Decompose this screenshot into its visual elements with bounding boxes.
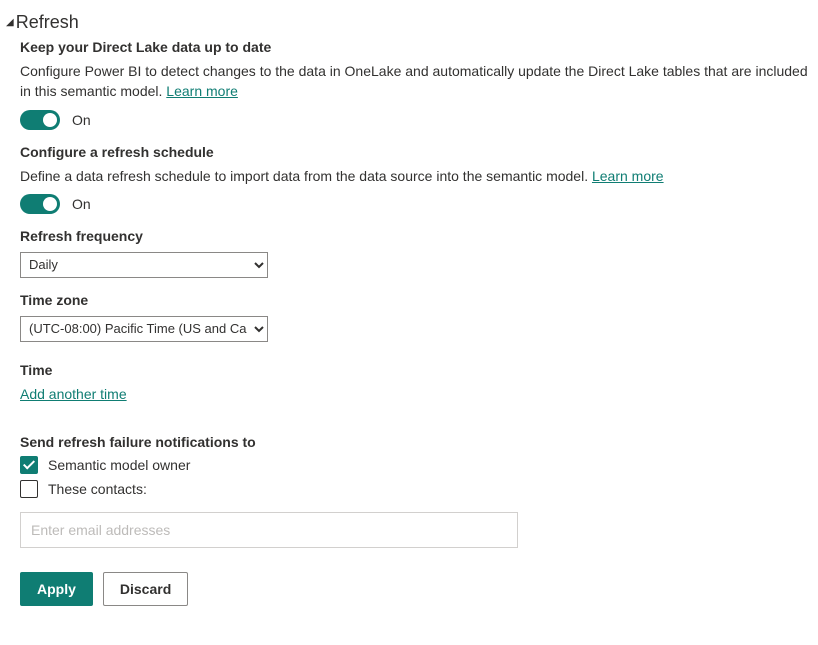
direct-lake-toggle[interactable] xyxy=(20,110,60,130)
direct-lake-description: Configure Power BI to detect changes to … xyxy=(20,61,818,102)
direct-lake-heading: Keep your Direct Lake data up to date xyxy=(20,39,818,55)
notify-owner-row[interactable]: Semantic model owner xyxy=(20,456,818,474)
direct-lake-learn-more-link[interactable]: Learn more xyxy=(166,83,238,99)
discard-button[interactable]: Discard xyxy=(103,572,188,606)
schedule-toggle[interactable] xyxy=(20,194,60,214)
contacts-email-input[interactable] xyxy=(20,512,518,548)
notify-owner-label: Semantic model owner xyxy=(48,457,190,473)
direct-lake-toggle-label: On xyxy=(72,112,91,128)
schedule-heading: Configure a refresh schedule xyxy=(20,144,818,160)
timezone-label: Time zone xyxy=(20,292,818,308)
notify-owner-checkbox[interactable] xyxy=(20,456,38,474)
schedule-description: Define a data refresh schedule to import… xyxy=(20,166,818,186)
schedule-toggle-label: On xyxy=(72,196,91,212)
timezone-select[interactable]: (UTC-08:00) Pacific Time (US and Canada) xyxy=(20,316,268,342)
section-header[interactable]: ◢ Refresh xyxy=(6,12,818,33)
notify-contacts-checkbox[interactable] xyxy=(20,480,38,498)
add-time-link[interactable]: Add another time xyxy=(20,386,127,402)
schedule-description-text: Define a data refresh schedule to import… xyxy=(20,168,592,184)
schedule-learn-more-link[interactable]: Learn more xyxy=(592,168,664,184)
frequency-select[interactable]: Daily xyxy=(20,252,268,278)
notify-heading: Send refresh failure notifications to xyxy=(20,434,818,450)
section-title: Refresh xyxy=(16,12,79,33)
time-label: Time xyxy=(20,362,818,378)
notify-contacts-row[interactable]: These contacts: xyxy=(20,480,818,498)
direct-lake-description-text: Configure Power BI to detect changes to … xyxy=(20,63,808,99)
collapse-triangle-icon: ◢ xyxy=(6,18,14,28)
apply-button[interactable]: Apply xyxy=(20,572,93,606)
frequency-label: Refresh frequency xyxy=(20,228,818,244)
notify-contacts-label: These contacts: xyxy=(48,481,147,497)
